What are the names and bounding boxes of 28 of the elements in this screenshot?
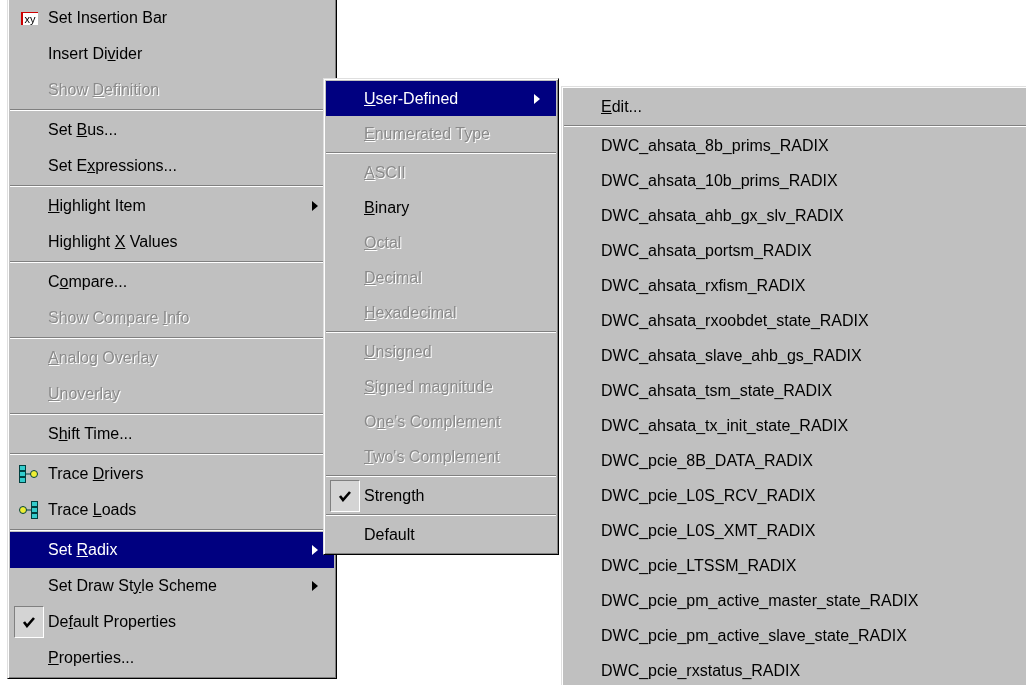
menu-item[interactable]: xy Set Insertion Bar <box>10 0 334 36</box>
menu-item[interactable]: Insert Divider <box>10 36 334 72</box>
menu-item[interactable]: Properties... <box>10 640 334 676</box>
xy-icon: xy <box>20 11 38 25</box>
menu-item[interactable]: DWC_ahsata_portsm_RADIX <box>564 233 1026 268</box>
menu-item[interactable]: DWC_pcie_LTSSM_RADIX <box>564 548 1026 583</box>
menu-item[interactable]: Edit... <box>564 89 1026 124</box>
gate-icon <box>18 464 40 484</box>
menu-item[interactable]: User-Defined <box>326 81 556 116</box>
menu-item[interactable]: DWC_ahsata_rxfism_RADIX <box>564 268 1026 303</box>
gate-icon <box>18 500 40 520</box>
menu-item[interactable]: DWC_ahsata_rxoobdet_state_RADIX <box>564 303 1026 338</box>
menu-item[interactable]: Set Draw Style Scheme <box>10 568 334 604</box>
menu-item[interactable]: DWC_ahsata_tsm_state_RADIX <box>564 373 1026 408</box>
menu-item[interactable]: DWC_ahsata_8b_prims_RADIX <box>564 128 1026 163</box>
menu-item[interactable]: DWC_pcie_pm_active_master_state_RADIX <box>564 583 1026 618</box>
menu-item[interactable]: Default Properties <box>10 604 334 640</box>
menu-item[interactable]: DWC_pcie_L0S_RCV_RADIX <box>564 478 1026 513</box>
menu-item[interactable]: DWC_ahsata_tx_init_state_RADIX <box>564 408 1026 443</box>
menu-item[interactable]: DWC_pcie_rxstatus_RADIX <box>564 653 1026 685</box>
menu-item[interactable]: DWC_pcie_L0S_XMT_RADIX <box>564 513 1026 548</box>
menu-item[interactable]: DWC_pcie_8B_DATA_RADIX <box>564 443 1026 478</box>
menu-item[interactable]: DWC_pcie_pm_active_slave_state_RADIX <box>564 618 1026 653</box>
menu-item[interactable]: DWC_ahsata_10b_prims_RADIX <box>564 163 1026 198</box>
menu-item[interactable]: Set Radix <box>10 532 334 568</box>
menu-item[interactable]: Strength <box>326 478 556 513</box>
menu-item[interactable]: DWC_ahsata_slave_ahb_gs_RADIX <box>564 338 1026 373</box>
menu-item[interactable]: DWC_ahsata_ahb_gx_slv_RADIX <box>564 198 1026 233</box>
